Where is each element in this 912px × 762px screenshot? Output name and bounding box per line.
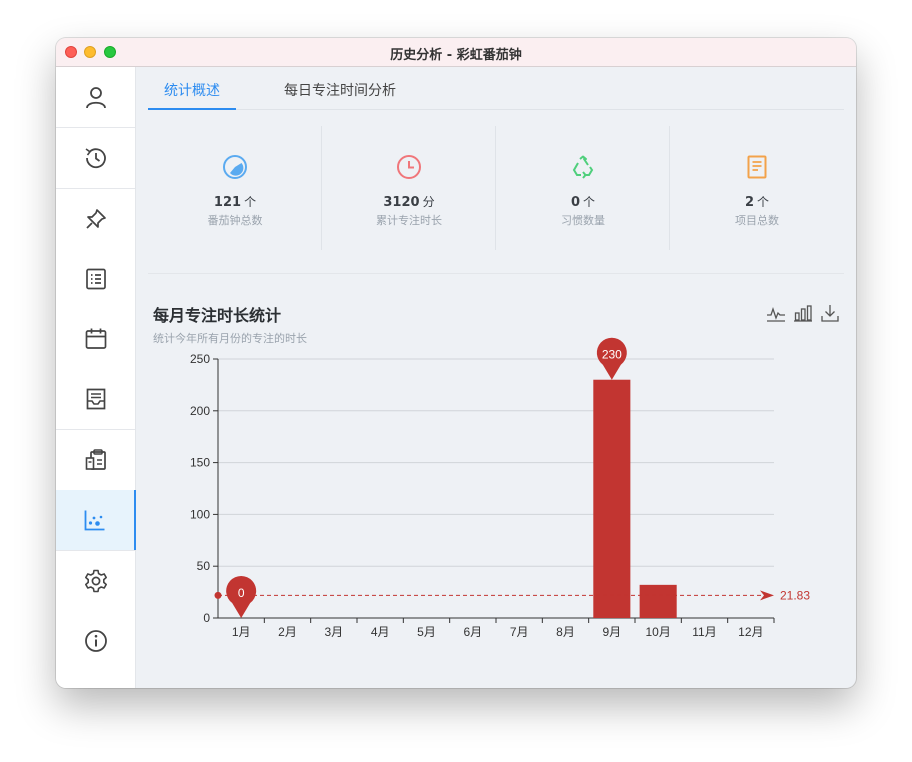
x-tick-label: 2月 <box>278 625 297 639</box>
y-tick-label: 100 <box>190 507 210 521</box>
sidebar <box>56 67 136 688</box>
mark-line-label: 21.83 <box>780 588 810 602</box>
bar <box>593 379 631 618</box>
y-tick-label: 250 <box>190 352 210 366</box>
list-icon <box>85 268 106 290</box>
monthly-focus-chart: 0 50 100 150 200 250 1月 2月 3月 4月 5月 6月 7月 8月 9月 10月 11月 1… <box>190 337 810 639</box>
mark-line-arrow <box>760 590 774 601</box>
sidebar-item-projects[interactable] <box>56 430 135 490</box>
clipboard-icon <box>85 449 106 470</box>
sidebar-item-settings[interactable] <box>56 551 135 611</box>
x-tick-label: 10月 <box>645 625 670 639</box>
title-bar: 历史分析 - 彩虹番茄钟 <box>56 38 856 67</box>
x-tick-label: 9月 <box>602 625 621 639</box>
x-tick-label: 8月 <box>556 625 575 639</box>
calendar-icon <box>85 328 106 349</box>
y-tick-label: 0 <box>203 611 210 625</box>
sidebar-item-pinned[interactable] <box>56 189 135 249</box>
x-tick-label: 6月 <box>463 625 482 639</box>
app-window: 历史分析 - 彩虹番茄钟 统计概述 每日专注时间分析 121 个 番茄钟总数 3… <box>56 38 856 688</box>
window-title: 历史分析 - 彩虹番茄钟 <box>390 48 522 63</box>
sidebar-item-analytics[interactable] <box>56 490 136 550</box>
x-tick-label: 5月 <box>417 625 436 639</box>
x-tick-label: 4月 <box>371 625 390 639</box>
sidebar-item-history[interactable] <box>56 128 135 188</box>
x-tick-label: 1月 <box>232 625 251 639</box>
sidebar-item-profile[interactable] <box>56 67 135 127</box>
scatter-chart-icon <box>84 510 105 531</box>
y-tick-label: 200 <box>190 404 210 418</box>
x-tick-label: 3月 <box>324 625 343 639</box>
main-panel: 统计概述 每日专注时间分析 121 个 番茄钟总数 3120 分 累计专注时长 0个… <box>136 67 856 688</box>
x-tick-label: 7月 <box>510 625 529 639</box>
sidebar-item-tasks[interactable] <box>56 249 135 309</box>
mark-point-label: 0 <box>238 586 245 600</box>
inbox-check-icon <box>86 388 105 410</box>
info-icon <box>84 630 107 652</box>
x-tick-label: 12月 <box>738 625 763 639</box>
sidebar-item-calendar[interactable] <box>56 309 135 369</box>
sidebar-item-about[interactable] <box>56 611 135 671</box>
bar <box>639 584 677 618</box>
y-tick-label: 50 <box>197 559 211 573</box>
sidebar-item-archive[interactable] <box>56 369 135 429</box>
x-tick-label: 11月 <box>692 625 716 639</box>
settings-gear-icon <box>84 569 107 593</box>
y-tick-label: 150 <box>190 456 210 470</box>
mark-point-label: 230 <box>602 348 622 362</box>
history-clock-icon <box>85 148 106 169</box>
user-icon <box>85 87 106 109</box>
pin-icon <box>85 209 106 229</box>
